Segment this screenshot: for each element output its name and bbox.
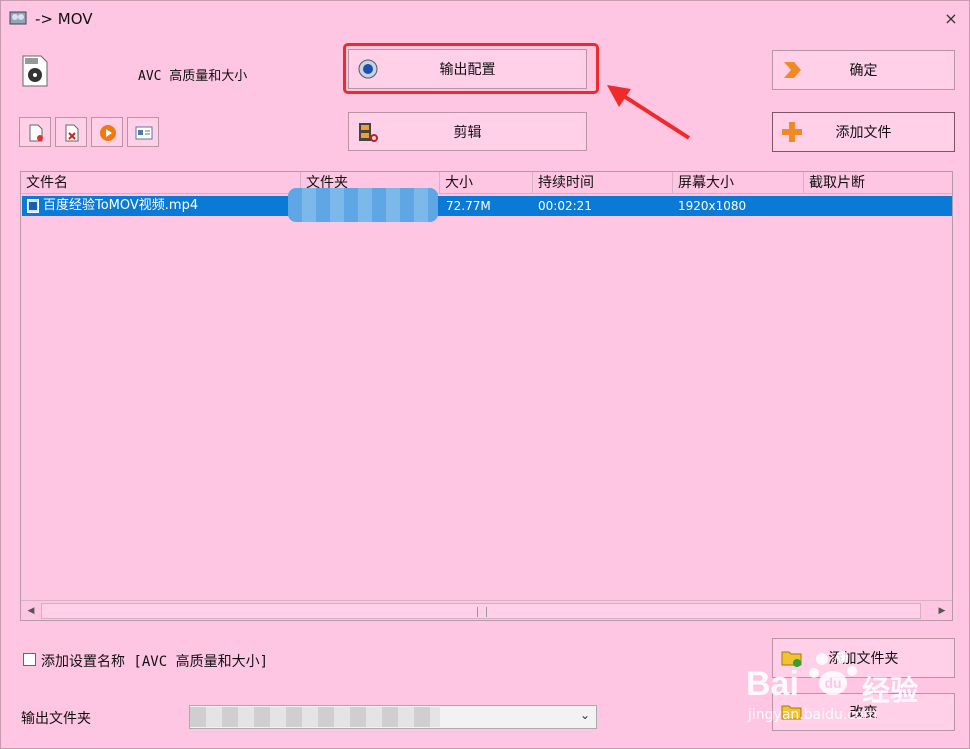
play-button[interactable] [91, 117, 123, 147]
file-remove-icon [29, 124, 43, 142]
info-card-icon [135, 126, 153, 140]
svg-text:du: du [824, 675, 841, 691]
add-file-label: 添加文件 [835, 125, 892, 141]
scrollbar-thumb[interactable] [41, 603, 921, 619]
clip-button[interactable]: 剪辑 [348, 112, 587, 151]
grip-icon [477, 607, 487, 617]
output-folder-select[interactable]: ⌄ [189, 705, 597, 729]
chevron-down-icon: ⌄ [579, 708, 590, 722]
scroll-right-icon[interactable]: ▶ [932, 601, 952, 620]
horizontal-scrollbar[interactable]: ◀ ▶ [21, 600, 952, 620]
info-button[interactable] [127, 117, 159, 147]
cell-size: 72.77M [446, 199, 491, 213]
add-setting-name-label: 添加设置名称 [AVC 高质量和大小] [41, 654, 269, 670]
delete-file-button[interactable] [55, 117, 87, 147]
file-list[interactable]: 文件名 文件夹 大小 持续时间 屏幕大小 截取片断 百度经验ToMOV视频.mp… [20, 171, 953, 621]
cell-resolution: 1920x1080 [678, 199, 747, 213]
app-icon [9, 11, 27, 25]
column-header[interactable]: 屏幕大小 [673, 172, 804, 194]
cell-filename: 百度经验ToMOV视频.mp4 [43, 198, 199, 213]
add-file-button[interactable]: 添加文件 [772, 112, 955, 152]
table-row[interactable]: 百度经验ToMOV视频.mp4 72.77M 00:02:21 1920x108… [22, 188, 952, 222]
remove-file-button[interactable] [19, 117, 51, 147]
window-title: -> MOV [35, 10, 93, 28]
column-header[interactable]: 截取片断 [804, 172, 952, 194]
ok-button[interactable]: 确定 [772, 50, 955, 90]
add-setting-name-checkbox[interactable] [23, 653, 36, 666]
title-bar: -> MOV × [1, 1, 969, 37]
play-icon [100, 125, 116, 141]
paw-icon: du [809, 651, 857, 695]
ok-label: 确定 [849, 63, 878, 79]
close-button[interactable]: × [941, 9, 961, 29]
highlight-box [343, 43, 599, 94]
watermark-brand-cn: 经验 [862, 674, 919, 707]
clip-label: 剪辑 [453, 124, 482, 141]
output-folder-label: 输出文件夹 [21, 711, 91, 727]
column-header[interactable]: 文件名 [21, 172, 301, 194]
blurred-folder-path [288, 188, 438, 222]
blurred-output-path [190, 707, 440, 727]
list-header: 文件名 文件夹 大小 持续时间 屏幕大小 截取片断 [21, 172, 952, 194]
mov-file-icon [22, 55, 48, 87]
cell-duration: 00:02:21 [538, 199, 592, 213]
baidu-watermark: Bai du 经验 jingyan.baidu.com [746, 641, 970, 741]
column-header[interactable]: 大小 [440, 172, 533, 194]
scroll-left-icon[interactable]: ◀ [21, 601, 41, 620]
video-file-icon [27, 199, 39, 213]
watermark-brand: Bai [746, 665, 799, 703]
annotation-arrow [607, 85, 691, 140]
app-window: -> MOV × AVC 高质量和大小 输出配置 确定 剪辑 添加文件 文件名 … [0, 0, 970, 749]
column-header[interactable]: 持续时间 [533, 172, 673, 194]
watermark-url: jingyan.baidu.com [748, 707, 878, 723]
profile-label: AVC 高质量和大小 [138, 69, 248, 84]
file-delete-icon [65, 124, 79, 142]
